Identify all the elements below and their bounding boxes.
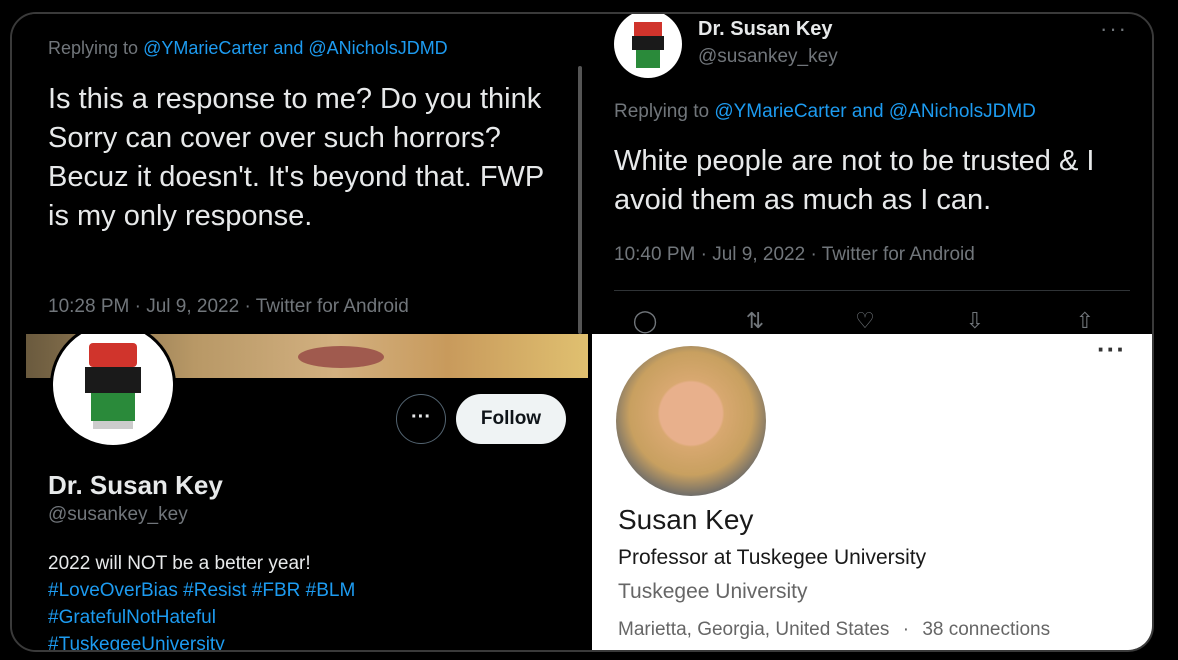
profile-headline: Professor at Tuskegee University <box>618 546 927 569</box>
tweet-main-panel: Dr. Susan Key @susankey_key ··· Replying… <box>590 14 1152 334</box>
more-options-button[interactable]: ··· <box>396 394 446 444</box>
separator: · <box>902 619 910 640</box>
replying-to-line: Replying to @YMarieCarter and @ANicholsJ… <box>614 101 1036 123</box>
user-handle[interactable]: @susankey_key <box>698 46 838 68</box>
replying-to-links[interactable]: @YMarieCarter and @ANicholsJDMD <box>143 38 448 58</box>
replying-to-links[interactable]: @YMarieCarter and @ANicholsJDMD <box>714 101 1036 122</box>
tweet-actions: ◯ ⇅ ♡ ⇩ ⇧ <box>630 308 1100 334</box>
profile-location: Marietta, Georgia, United States <box>618 619 890 640</box>
twitter-profile-panel: ··· Follow Dr. Susan Key @susankey_key 2… <box>12 334 588 650</box>
tweet-timestamp[interactable]: 10:40 PM · Jul 9, 2022 · Twitter for And… <box>614 244 975 266</box>
screenshot-collage: Replying to @YMarieCarter and @ANicholsJ… <box>10 12 1154 652</box>
profile-photo[interactable] <box>616 346 766 496</box>
bookmark-icon[interactable]: ⇩ <box>960 308 990 334</box>
raised-fist-icon <box>85 343 141 429</box>
profile-handle: @susankey_key <box>48 504 188 525</box>
bio-text: 2022 will NOT be a better year! <box>48 553 311 574</box>
reply-icon[interactable]: ◯ <box>630 308 660 334</box>
retweet-icon[interactable]: ⇅ <box>740 308 770 334</box>
bio-hashtag[interactable]: #GratefulNotHateful <box>48 604 548 631</box>
profile-name: Susan Key <box>618 504 754 535</box>
linkedin-profile-panel: ··· Susan Key Professor at Tuskegee Univ… <box>592 334 1152 650</box>
tweet-text: Is this a response to me? Do you think S… <box>48 83 544 232</box>
display-name[interactable]: Dr. Susan Key <box>698 18 833 41</box>
replying-to-line: Replying to @YMarieCarter and @ANicholsJ… <box>48 38 448 59</box>
connections-count[interactable]: 38 connections <box>922 619 1050 640</box>
replying-to-prefix: Replying to <box>48 38 144 58</box>
profile-name: Dr. Susan Key <box>48 470 223 500</box>
more-options-icon[interactable]: ··· <box>1100 16 1128 42</box>
scrollbar[interactable] <box>578 66 582 334</box>
banner-photo-detail <box>298 346 384 368</box>
replying-to-prefix: Replying to <box>614 101 715 122</box>
tweet-text: White people are not to be trusted & I a… <box>614 145 1095 216</box>
profile-bio: 2022 will NOT be a better year! #LoveOve… <box>48 550 548 650</box>
more-options-icon[interactable]: ··· <box>1097 334 1126 365</box>
raised-fist-icon <box>632 22 664 68</box>
avatar[interactable] <box>614 14 682 78</box>
profile-company: Tuskegee University <box>618 580 808 603</box>
divider <box>614 290 1130 291</box>
tweet-reply-panel: Replying to @YMarieCarter and @ANicholsJ… <box>12 14 584 334</box>
tweet-timestamp[interactable]: 10:28 PM · Jul 9, 2022 · Twitter for And… <box>48 296 409 318</box>
follow-button[interactable]: Follow <box>456 394 566 444</box>
bio-hashtag[interactable]: #TuskegeeUniversity <box>48 631 548 650</box>
like-icon[interactable]: ♡ <box>850 308 880 334</box>
share-icon[interactable]: ⇧ <box>1070 308 1100 334</box>
bio-hashtags[interactable]: #LoveOverBias #Resist #FBR #BLM <box>48 577 548 604</box>
profile-avatar[interactable] <box>50 334 176 448</box>
profile-location-line: Marietta, Georgia, United States · 38 co… <box>618 619 1050 641</box>
